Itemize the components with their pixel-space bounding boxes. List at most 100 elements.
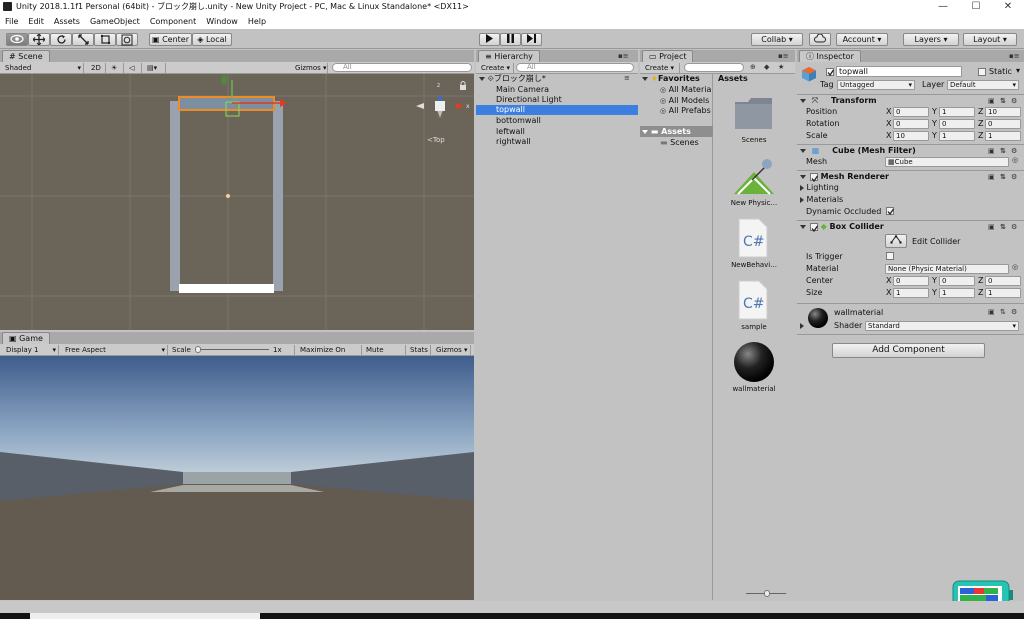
favorite-all-models[interactable]: ◎ All Models <box>660 96 709 106</box>
position-z-field[interactable]: 10 <box>985 107 1021 117</box>
mute-audio-toggle[interactable]: Mute Audio <box>363 345 406 364</box>
scenes-folder-item[interactable]: ▬ Scenes <box>660 137 699 148</box>
help-book-icon[interactable]: ▣ <box>988 95 995 107</box>
layers-dropdown[interactable]: Layers ▾ <box>903 33 959 46</box>
project-search-input[interactable] <box>684 63 744 72</box>
game-viewport[interactable] <box>0 356 474 600</box>
shader-dropdown[interactable]: Standard ▾ <box>865 321 1019 331</box>
lighting-toggle[interactable]: ☀ <box>108 63 124 73</box>
material-fold-arrow-icon[interactable] <box>800 323 804 329</box>
menu-window[interactable]: Window <box>201 14 243 29</box>
menu-assets[interactable]: Assets <box>49 14 85 29</box>
scene-viewport[interactable]: z x <Top <box>0 74 474 330</box>
scene-search-input[interactable]: All <box>332 63 472 72</box>
dynamic-occluded-checkbox[interactable] <box>886 207 895 216</box>
menu-edit[interactable]: Edit <box>23 14 49 29</box>
materials-foldout[interactable]: Materials <box>800 194 843 205</box>
object-picker-icon[interactable]: ◎ <box>1012 263 1018 271</box>
center-y-field[interactable]: 0 <box>939 276 975 286</box>
hierarchy-item-directional-light[interactable]: Directional Light <box>476 95 638 105</box>
scene-options-icon[interactable]: ≡ <box>624 74 630 82</box>
search-by-label-icon[interactable]: ◆ <box>764 63 769 71</box>
space-local-toggle[interactable]: ◈ Local <box>192 33 232 46</box>
box-collider-component-header[interactable]: ◆ Box Collider ▣ ⇅ ⚙ <box>797 220 1024 232</box>
object-picker-icon[interactable]: ◎ <box>1012 156 1018 164</box>
layout-dropdown[interactable]: Layout ▾ <box>963 33 1017 46</box>
mesh-renderer-enabled-checkbox[interactable] <box>809 172 818 182</box>
presets-icon[interactable]: ⇅ <box>1000 95 1006 107</box>
effects-dropdown[interactable]: ▤▾ <box>144 63 166 73</box>
cloud-button[interactable] <box>809 33 831 46</box>
scale-slider-thumb[interactable] <box>195 346 201 353</box>
tab-project[interactable]: ▭ Project <box>642 50 694 62</box>
audio-toggle[interactable]: ◁ <box>126 63 142 73</box>
2d-toggle[interactable]: 2D <box>88 63 106 73</box>
scale-z-field[interactable]: 1 <box>985 131 1021 141</box>
tab-inspector[interactable]: ⓘ Inspector <box>799 50 861 62</box>
help-book-icon[interactable]: ▣ <box>988 308 995 316</box>
layer-dropdown[interactable]: Default ▾ <box>947 80 1019 90</box>
display-dropdown[interactable]: Display 1 ▾ <box>3 345 59 355</box>
shading-mode-dropdown[interactable]: Shaded ▾ <box>2 63 84 73</box>
center-x-field[interactable]: 0 <box>893 276 929 286</box>
pivot-center-toggle[interactable]: ▣ Center <box>149 33 192 46</box>
rect-tool-button[interactable] <box>94 33 116 46</box>
scale-slider[interactable]: Scale 1x <box>169 345 295 355</box>
collider-material-field[interactable]: None (Physic Material) <box>885 264 1009 274</box>
scale-tool-button[interactable] <box>72 33 94 46</box>
mesh-object-field[interactable]: ▦Cube <box>885 157 1009 167</box>
scene-gizmos-dropdown[interactable]: Gizmos ▾ <box>292 63 328 73</box>
folder-icon[interactable] <box>734 96 774 130</box>
help-book-icon[interactable]: ▣ <box>988 145 995 157</box>
aspect-dropdown[interactable]: Free Aspect ▾ <box>62 345 168 355</box>
step-button[interactable] <box>521 33 542 46</box>
tag-dropdown[interactable]: Untagged ▾ <box>837 80 915 90</box>
menu-component[interactable]: Component <box>145 14 201 29</box>
transform-tool-button[interactable] <box>116 33 138 46</box>
size-x-field[interactable]: 1 <box>893 288 929 298</box>
mesh-renderer-component-header[interactable]: Mesh Renderer ▣ ⇅ ⚙ <box>797 170 1024 182</box>
assets-root-folder[interactable]: ▬ Assets <box>640 126 713 137</box>
lighting-foldout[interactable]: Lighting <box>800 182 839 193</box>
add-component-button[interactable]: Add Component <box>832 343 985 358</box>
help-book-icon[interactable]: ▣ <box>988 171 995 183</box>
component-gear-icon[interactable]: ⚙ <box>1011 308 1017 316</box>
presets-icon[interactable]: ⇅ <box>1000 308 1006 316</box>
static-dropdown-arrow-icon[interactable]: ▾ <box>1016 66 1020 75</box>
size-y-field[interactable]: 1 <box>939 288 975 298</box>
hierarchy-item-leftwall[interactable]: leftwall <box>476 127 638 137</box>
tab-scene[interactable]: # Scene <box>2 50 50 62</box>
menu-file[interactable]: File <box>0 14 23 29</box>
is-trigger-checkbox[interactable] <box>886 252 894 260</box>
move-tool-button[interactable] <box>28 33 50 46</box>
presets-icon[interactable]: ⇅ <box>1000 221 1006 233</box>
position-x-field[interactable]: 0 <box>893 107 929 117</box>
physic-material-icon[interactable] <box>732 158 776 196</box>
csharp-script-icon[interactable]: C# <box>738 280 768 320</box>
edit-collider-button[interactable] <box>885 234 907 248</box>
object-name-field[interactable]: topwall <box>836 66 962 77</box>
close-button[interactable]: ✕ <box>993 0 1023 14</box>
material-sphere-icon[interactable] <box>732 340 776 384</box>
account-dropdown[interactable]: Account ▾ <box>836 33 888 46</box>
scene-root-item[interactable]: ⟐ブロック崩し* <box>479 74 546 84</box>
tab-hierarchy[interactable]: ≡ Hierarchy <box>478 50 540 62</box>
component-gear-icon[interactable]: ⚙ <box>1011 95 1017 107</box>
menu-gameobject[interactable]: GameObject <box>85 14 145 29</box>
hierarchy-search-input[interactable]: All <box>516 63 634 72</box>
favorite-all-prefabs[interactable]: ◎ All Prefabs <box>660 106 711 116</box>
stats-toggle[interactable]: Stats <box>407 345 431 355</box>
hierarchy-item-main-camera[interactable]: Main Camera <box>476 85 638 95</box>
rotate-tool-button[interactable] <box>50 33 72 46</box>
hand-tool-button[interactable] <box>6 33 28 46</box>
maximize-button[interactable]: ☐ <box>961 0 991 14</box>
taskbar-search-box[interactable] <box>30 613 260 619</box>
position-y-field[interactable]: 1 <box>939 107 975 117</box>
material-preview-sphere-icon[interactable] <box>807 307 829 329</box>
component-gear-icon[interactable]: ⚙ <box>1011 221 1017 233</box>
rotation-z-field[interactable]: 0 <box>985 119 1021 129</box>
hierarchy-item-bottomwall[interactable]: bottomwall <box>476 116 638 126</box>
component-gear-icon[interactable]: ⚙ <box>1011 171 1017 183</box>
play-button[interactable] <box>479 33 500 46</box>
center-z-field[interactable]: 0 <box>985 276 1021 286</box>
